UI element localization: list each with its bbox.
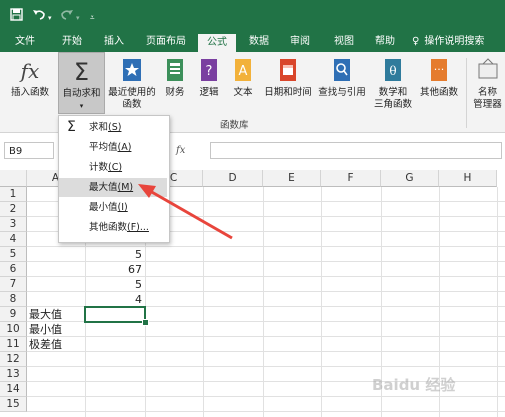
annotation-arrow [138, 184, 233, 240]
watermark: Baidu 经验 [372, 376, 456, 394]
